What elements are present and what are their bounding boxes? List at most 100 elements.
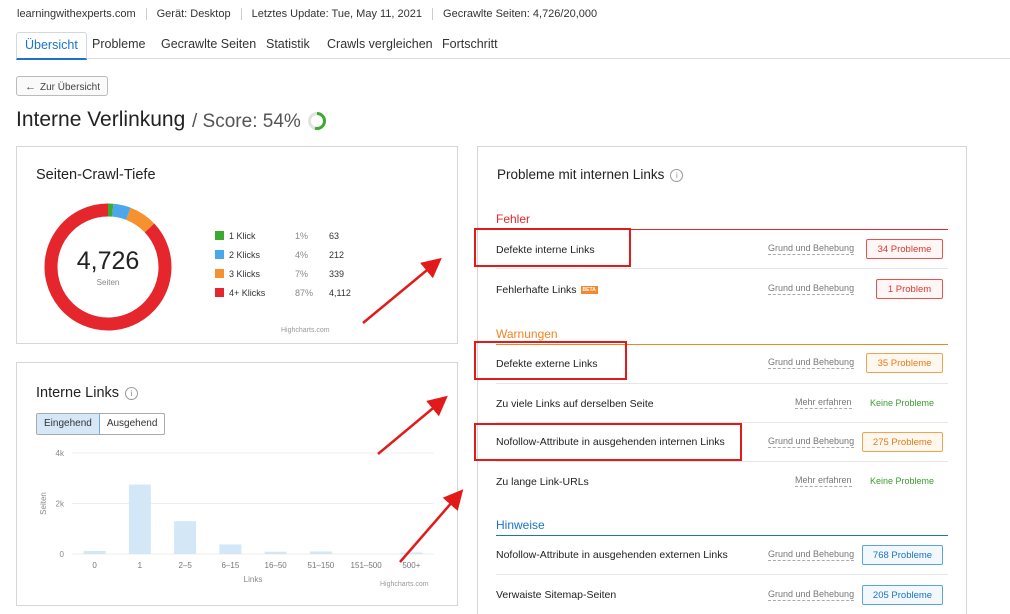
highcharts-credit[interactable]: Highcharts.com xyxy=(281,327,330,334)
issue-count-badge[interactable]: 768 Probleme xyxy=(862,545,943,565)
score-label: / Score: 54% xyxy=(192,111,301,132)
info-icon[interactable]: i xyxy=(125,386,139,400)
divider xyxy=(496,574,948,575)
back-button-label: Zur Übersicht xyxy=(40,82,101,93)
highlight-box xyxy=(474,341,627,380)
reason-and-fix-link[interactable]: Grund und Behebung xyxy=(768,357,855,369)
legend-percent: 7% xyxy=(295,269,309,279)
y-axis-label: Seiten xyxy=(39,492,48,515)
issue-nofollow-external-links[interactable]: Nofollow-Attribute in ausgehenden extern… xyxy=(496,549,728,561)
reason-and-fix-link[interactable]: Grund und Behebung xyxy=(768,436,855,448)
score-ring-icon xyxy=(308,112,326,130)
bar[interactable] xyxy=(83,550,106,554)
bar[interactable] xyxy=(264,551,287,554)
arrow-left-icon: ← xyxy=(25,81,36,93)
crawled-pages-label: Gecrawlte Seiten: 4,726/20,000 xyxy=(443,8,598,20)
crawl-depth-title: Seiten-Crawl-Tiefe xyxy=(36,167,156,183)
legend-swatch xyxy=(215,231,224,240)
legend-count: 212 xyxy=(329,250,345,260)
learn-more-link[interactable]: Mehr erfahren xyxy=(795,397,852,409)
issue-count-badge[interactable]: 205 Probleme xyxy=(862,585,943,605)
highlight-box xyxy=(474,423,742,461)
internal-links-bar-chart: 0 2k 4k Seiten 0 1 2–5 6–15 16–50 51–150 151–500 50… xyxy=(39,449,434,584)
issues-title: Probleme mit internen Links i xyxy=(497,167,684,182)
tab-overview[interactable]: Übersicht xyxy=(16,32,87,60)
legend-item: 3 Klicks 7% 339 xyxy=(215,267,345,281)
legend-swatch xyxy=(215,250,224,259)
x-tick-label: 16–50 xyxy=(265,561,288,570)
y-tick-label: 2k xyxy=(56,500,65,509)
issue-too-many-links[interactable]: Zu viele Links auf derselben Seite xyxy=(496,398,654,410)
x-tick-label: 500+ xyxy=(402,561,420,570)
legend-label: 3 Klicks xyxy=(229,269,261,279)
x-tick-label: 51–150 xyxy=(308,561,335,570)
tab-bar: Übersicht Probleme Gecrawlte Seiten Stat… xyxy=(16,32,1010,60)
device-label: Gerät: Desktop xyxy=(156,8,231,20)
tab-progress[interactable]: Fortschritt xyxy=(434,32,506,57)
legend-label: 1 Klick xyxy=(229,231,256,241)
learn-more-link[interactable]: Mehr erfahren xyxy=(795,475,852,487)
issues-title-text: Probleme mit internen Links xyxy=(497,167,665,182)
reason-and-fix-link[interactable]: Grund und Behebung xyxy=(768,243,855,255)
reason-and-fix-link[interactable]: Grund und Behebung xyxy=(768,283,855,295)
divider xyxy=(496,461,948,462)
tab-crawled-pages[interactable]: Gecrawlte Seiten xyxy=(153,32,264,57)
x-tick-label: 151–500 xyxy=(351,561,383,570)
toggle-outgoing[interactable]: Ausgehend xyxy=(100,414,165,434)
internal-links-title-text: Interne Links xyxy=(36,385,120,401)
issue-count-badge[interactable]: 35 Probleme xyxy=(866,353,943,373)
internal-links-title: Interne Links i xyxy=(36,385,139,401)
section-notices-heading: Hinweise xyxy=(496,518,545,532)
section-warnings-heading: Warnungen xyxy=(496,327,558,341)
section-errors-heading: Fehler xyxy=(496,212,531,226)
back-to-overview-button[interactable]: ← Zur Übersicht xyxy=(16,76,108,96)
legend-swatch xyxy=(215,269,224,278)
divider xyxy=(496,268,948,269)
separator xyxy=(240,8,242,20)
last-update-label: Letztes Update: Tue, May 11, 2021 xyxy=(251,8,423,20)
link-direction-toggle: Eingehend Ausgehend xyxy=(36,413,166,435)
donut-total: 4,726 xyxy=(76,247,140,275)
bar[interactable] xyxy=(219,544,242,554)
bar[interactable] xyxy=(128,484,151,554)
bar[interactable] xyxy=(174,521,197,554)
legend-percent: 1% xyxy=(295,231,309,241)
donut-slice-3[interactable] xyxy=(125,207,155,233)
tab-compare-crawls[interactable]: Crawls vergleichen xyxy=(319,32,441,57)
no-issues-label: Keine Probleme xyxy=(870,398,935,408)
beta-badge: BETA xyxy=(580,286,598,295)
reason-and-fix-link[interactable]: Grund und Behebung xyxy=(768,549,855,561)
divider xyxy=(496,535,948,536)
reason-and-fix-link[interactable]: Grund und Behebung xyxy=(768,589,855,601)
issue-label: Fehlerhafte Links xyxy=(496,284,577,296)
tab-issues[interactable]: Probleme xyxy=(84,32,154,57)
bar[interactable] xyxy=(309,551,332,554)
info-icon[interactable]: i xyxy=(670,168,684,182)
legend-count: 339 xyxy=(329,269,345,279)
y-tick-label: 4k xyxy=(56,449,65,458)
issue-count-badge[interactable]: 1 Problem xyxy=(876,279,943,299)
toggle-incoming[interactable]: Eingehend xyxy=(37,414,100,434)
domain-label: learningwithexperts.com xyxy=(17,8,136,20)
issue-orphaned-sitemap-pages[interactable]: Verwaiste Sitemap-Seiten xyxy=(496,589,616,601)
page-title: Interne Verlinkung xyxy=(16,108,186,131)
legend-item: 2 Klicks 4% 212 xyxy=(215,248,345,262)
bar[interactable] xyxy=(400,552,423,554)
x-axis-label: Links xyxy=(244,575,263,584)
legend-percent: 4% xyxy=(295,250,309,260)
legend-count: 63 xyxy=(329,231,340,241)
separator xyxy=(145,8,147,20)
tab-statistics[interactable]: Statistik xyxy=(258,32,318,57)
legend-percent: 87% xyxy=(295,288,314,298)
separator xyxy=(432,8,434,20)
x-tick-label: 1 xyxy=(138,561,143,570)
x-tick-label: 2–5 xyxy=(178,561,192,570)
legend-swatch xyxy=(215,288,224,297)
legend-item: 4+ Klicks 87% 4,112 xyxy=(215,286,351,300)
x-tick-label: 6–15 xyxy=(221,561,239,570)
issue-long-urls[interactable]: Zu lange Link-URLs xyxy=(496,476,589,488)
issue-faulty-links[interactable]: Fehlerhafte Links BETA xyxy=(496,284,598,296)
issue-count-badge[interactable]: 275 Probleme xyxy=(862,432,943,452)
donut-slice-2[interactable] xyxy=(112,203,131,220)
issue-count-badge[interactable]: 34 Probleme xyxy=(866,239,943,259)
